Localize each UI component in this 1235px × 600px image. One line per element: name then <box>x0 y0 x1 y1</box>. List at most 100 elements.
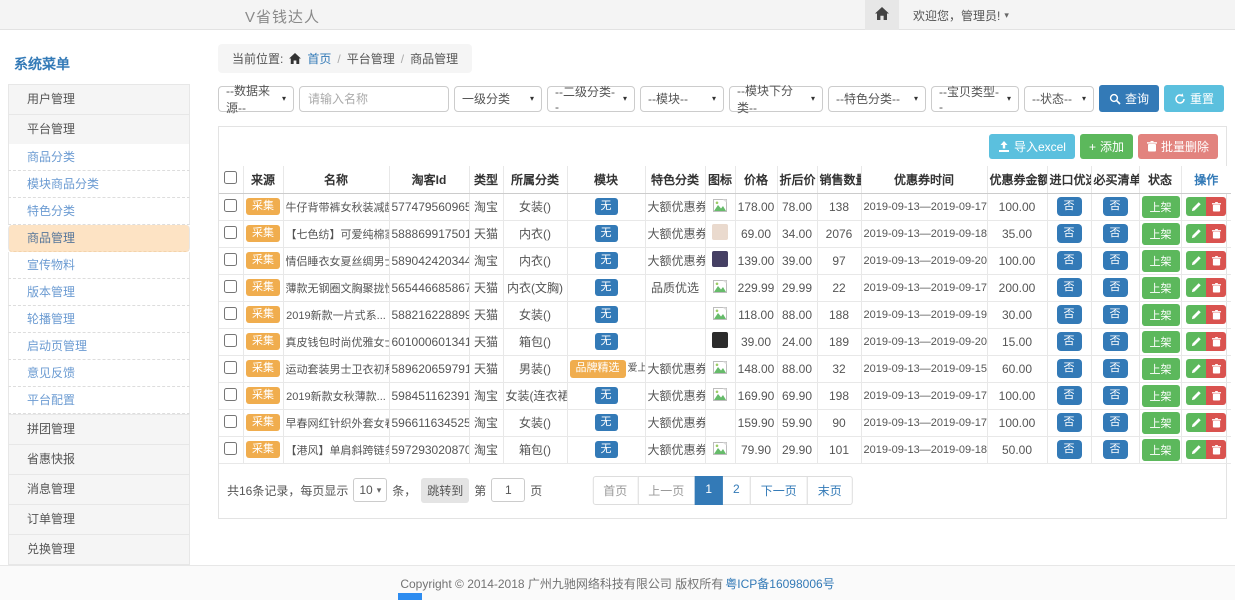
per-page-select[interactable]: 10 ▾ <box>353 478 387 502</box>
row-checkbox[interactable] <box>224 253 237 266</box>
sidebar-item[interactable]: 拼团管理 <box>8 414 190 444</box>
import-select-badge[interactable]: 否 <box>1057 413 1082 432</box>
must-buy-badge[interactable]: 否 <box>1103 413 1128 432</box>
row-checkbox[interactable] <box>224 388 237 401</box>
delete-button[interactable] <box>1206 359 1226 378</box>
status-button[interactable]: 上架 <box>1142 277 1180 299</box>
must-buy-badge[interactable]: 否 <box>1103 197 1128 216</box>
import-select-badge[interactable]: 否 <box>1057 224 1082 243</box>
must-buy-badge[interactable]: 否 <box>1103 359 1128 378</box>
edit-button[interactable] <box>1186 359 1206 378</box>
delete-button[interactable] <box>1206 278 1226 297</box>
sidebar-item[interactable]: 消息管理 <box>8 474 190 504</box>
batch-delete-button[interactable]: 批量删除 <box>1138 134 1218 159</box>
edit-button[interactable] <box>1186 413 1206 432</box>
status-button[interactable]: 上架 <box>1142 439 1180 461</box>
edit-button[interactable] <box>1186 440 1206 459</box>
page-button[interactable]: 1 <box>694 476 723 505</box>
edit-button[interactable] <box>1186 278 1206 297</box>
sidebar-subitem[interactable]: 版本管理 <box>8 279 190 306</box>
edit-button[interactable] <box>1186 224 1206 243</box>
sidebar-subitem[interactable]: 商品分类 <box>8 144 190 171</box>
row-checkbox[interactable] <box>224 415 237 428</box>
edit-button[interactable] <box>1186 197 1206 216</box>
status-button[interactable]: 上架 <box>1142 358 1180 380</box>
row-checkbox[interactable] <box>224 307 237 320</box>
name-search-input[interactable] <box>299 86 449 112</box>
must-buy-badge[interactable]: 否 <box>1103 305 1128 324</box>
sidebar-item[interactable]: 用户管理 <box>8 84 190 114</box>
sidebar-subitem[interactable]: 宣传物料 <box>8 252 190 279</box>
import-select-badge[interactable]: 否 <box>1057 332 1082 351</box>
sidebar-subitem[interactable]: 轮播管理 <box>8 306 190 333</box>
must-buy-badge[interactable]: 否 <box>1103 278 1128 297</box>
delete-button[interactable] <box>1206 386 1226 405</box>
delete-button[interactable] <box>1206 224 1226 243</box>
filter-select[interactable]: --数据来源--▾ <box>218 86 294 112</box>
must-buy-badge[interactable]: 否 <box>1103 440 1128 459</box>
filter-select[interactable]: --状态--▾ <box>1024 86 1094 112</box>
sidebar-subitem[interactable]: 模块商品分类 <box>8 171 190 198</box>
sidebar-item[interactable]: 平台管理 <box>8 114 190 144</box>
page-button[interactable]: 2 <box>722 476 751 505</box>
filter-select[interactable]: --模块下分类--▾ <box>729 86 823 112</box>
import-select-badge[interactable]: 否 <box>1057 305 1082 324</box>
status-button[interactable]: 上架 <box>1142 304 1180 326</box>
filter-select[interactable]: --特色分类--▾ <box>828 86 926 112</box>
add-button[interactable]: + 添加 <box>1080 134 1133 159</box>
row-checkbox[interactable] <box>224 199 237 212</box>
row-checkbox[interactable] <box>224 442 237 455</box>
user-menu[interactable]: 欢迎您，管理员! ▾ <box>913 7 1009 24</box>
search-button[interactable]: 查询 <box>1099 85 1159 112</box>
reset-button[interactable]: 重置 <box>1164 85 1224 112</box>
status-button[interactable]: 上架 <box>1142 385 1180 407</box>
page-number-input[interactable] <box>491 478 525 502</box>
import-select-badge[interactable]: 否 <box>1057 359 1082 378</box>
home-button[interactable] <box>865 0 899 30</box>
sidebar-item[interactable]: 兑换管理 <box>8 534 190 564</box>
breadcrumb-home-link[interactable]: 首页 <box>307 50 331 67</box>
filter-select[interactable]: 一级分类▾ <box>454 86 542 112</box>
row-checkbox[interactable] <box>224 334 237 347</box>
delete-button[interactable] <box>1206 332 1226 351</box>
import-excel-button[interactable]: 导入excel <box>989 134 1075 159</box>
icp-link[interactable]: 粤ICP备16098006号 <box>725 575 834 592</box>
import-select-badge[interactable]: 否 <box>1057 278 1082 297</box>
status-button[interactable]: 上架 <box>1142 331 1180 353</box>
import-select-badge[interactable]: 否 <box>1057 251 1082 270</box>
status-button[interactable]: 上架 <box>1142 412 1180 434</box>
page-button[interactable]: 下一页 <box>750 476 808 505</box>
sidebar-subitem[interactable]: 商品管理 <box>8 225 190 252</box>
must-buy-badge[interactable]: 否 <box>1103 224 1128 243</box>
row-checkbox[interactable] <box>224 361 237 374</box>
delete-button[interactable] <box>1206 197 1226 216</box>
jump-button[interactable]: 跳转到 <box>421 478 469 503</box>
sidebar-subitem[interactable]: 意见反馈 <box>8 360 190 387</box>
select-all-checkbox[interactable] <box>224 171 237 184</box>
sidebar-subitem[interactable]: 平台配置 <box>8 387 190 414</box>
edit-button[interactable] <box>1186 305 1206 324</box>
import-select-badge[interactable]: 否 <box>1057 440 1082 459</box>
import-select-badge[interactable]: 否 <box>1057 386 1082 405</box>
edit-button[interactable] <box>1186 386 1206 405</box>
must-buy-badge[interactable]: 否 <box>1103 332 1128 351</box>
import-select-badge[interactable]: 否 <box>1057 197 1082 216</box>
row-checkbox[interactable] <box>224 280 237 293</box>
filter-select[interactable]: --二级分类--▾ <box>547 86 635 112</box>
delete-button[interactable] <box>1206 413 1226 432</box>
filter-select[interactable]: --模块--▾ <box>640 86 724 112</box>
edit-button[interactable] <box>1186 251 1206 270</box>
filter-select[interactable]: --宝贝类型--▾ <box>931 86 1019 112</box>
status-button[interactable]: 上架 <box>1142 196 1180 218</box>
delete-button[interactable] <box>1206 251 1226 270</box>
sidebar-item[interactable]: 订单管理 <box>8 504 190 534</box>
delete-button[interactable] <box>1206 440 1226 459</box>
sidebar-subitem[interactable]: 启动页管理 <box>8 333 190 360</box>
row-checkbox[interactable] <box>224 226 237 239</box>
sidebar-subitem[interactable]: 特色分类 <box>8 198 190 225</box>
must-buy-badge[interactable]: 否 <box>1103 386 1128 405</box>
sidebar-item[interactable]: 省惠快报 <box>8 444 190 474</box>
must-buy-badge[interactable]: 否 <box>1103 251 1128 270</box>
edit-button[interactable] <box>1186 332 1206 351</box>
page-button[interactable]: 末页 <box>807 476 853 505</box>
